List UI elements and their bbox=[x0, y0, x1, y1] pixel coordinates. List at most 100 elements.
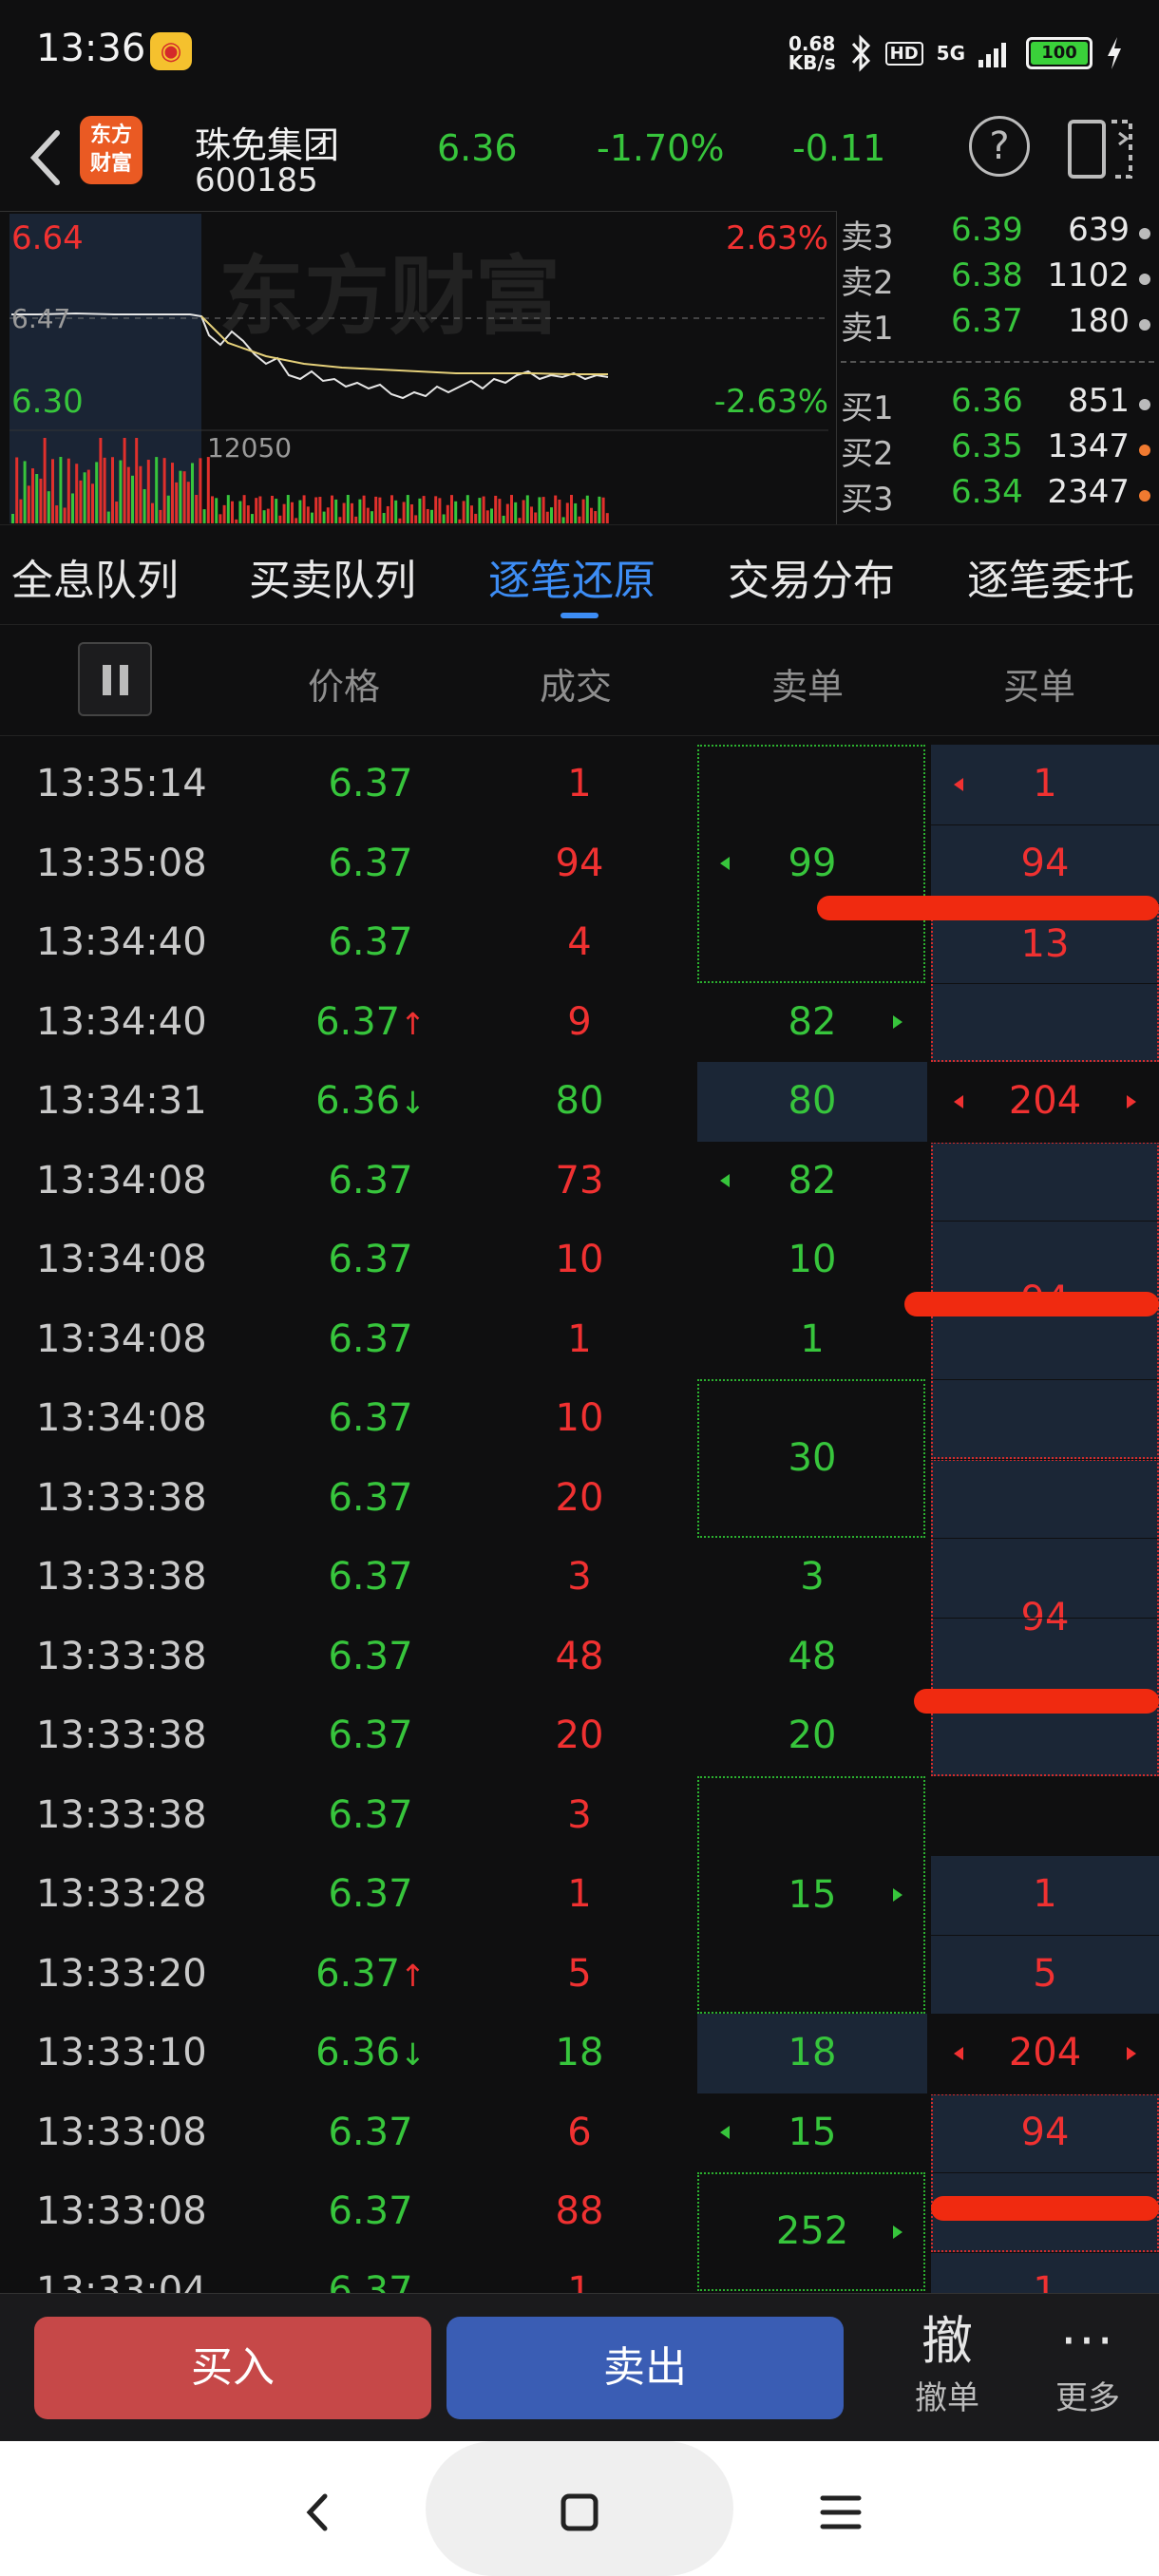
tab-tick-restore[interactable]: 逐笔还原 bbox=[488, 546, 656, 607]
volume-bar bbox=[554, 495, 558, 523]
nav-back-icon[interactable] bbox=[285, 2479, 352, 2546]
help-icon[interactable]: ? bbox=[969, 116, 1030, 177]
tab-bid-ask-queue[interactable]: 买卖队列 bbox=[249, 546, 416, 607]
volume-bar bbox=[115, 502, 119, 523]
volume-bar bbox=[278, 515, 282, 523]
back-arrow-icon[interactable] bbox=[19, 120, 76, 196]
volume-bar bbox=[525, 495, 529, 523]
buy-button[interactable]: 买入 bbox=[34, 2317, 431, 2419]
tick-volume: 94 bbox=[555, 841, 604, 885]
tick-list[interactable]: 13:35:14 6.37 1 13:35:08 6.37 94 13:34:40 6.37 4… bbox=[0, 745, 1159, 2293]
tick-table-header: 价格 成交 卖单 买单 bbox=[0, 623, 1159, 736]
level-name: 卖2 bbox=[841, 264, 894, 302]
level-volume: 1347 bbox=[1047, 427, 1130, 465]
sell-order-label: 1 bbox=[800, 1316, 825, 1361]
volume-bar bbox=[86, 469, 90, 523]
system-nav-bar bbox=[0, 2441, 1159, 2576]
tab-full-queue[interactable]: 全息队列 bbox=[11, 546, 179, 607]
charging-icon bbox=[1108, 37, 1121, 69]
buy-cell-separator bbox=[931, 2251, 1159, 2253]
red-annotation-stroke bbox=[914, 1688, 1159, 1714]
level-name: 卖1 bbox=[841, 310, 894, 348]
volume-bar bbox=[139, 465, 142, 523]
left-triangle-icon bbox=[720, 1174, 730, 1188]
tick-price: 6.37 bbox=[328, 1316, 413, 1361]
level-dot-icon bbox=[1139, 228, 1150, 239]
volume-bar bbox=[286, 495, 290, 523]
level-dot-icon bbox=[1139, 274, 1150, 285]
sell-order-label: 10 bbox=[788, 1238, 837, 1281]
volume-bar bbox=[251, 514, 254, 523]
volume-bar bbox=[390, 495, 393, 523]
sell-order-label: 30 bbox=[788, 1436, 837, 1480]
tick-volume: 10 bbox=[555, 1238, 604, 1281]
sell-button[interactable]: 卖出 bbox=[446, 2317, 844, 2419]
volume-bar bbox=[47, 491, 50, 523]
volume-bar bbox=[382, 513, 386, 523]
volume-bar bbox=[494, 495, 498, 523]
volume-bar bbox=[358, 499, 362, 523]
volume-bar bbox=[322, 511, 326, 523]
left-triangle-icon bbox=[954, 2046, 963, 2060]
status-time: 13:36 bbox=[36, 27, 146, 70]
volume-bar bbox=[478, 498, 482, 523]
bid-level: 买2 6.35 1347 bbox=[837, 427, 1159, 473]
chart-mid-price: 6.47 bbox=[11, 303, 71, 334]
buy-cell-separator bbox=[931, 1141, 1159, 1143]
tick-price: 6.37 bbox=[328, 2110, 413, 2154]
volume-bar bbox=[518, 518, 522, 523]
nav-menu-icon[interactable] bbox=[808, 2479, 874, 2546]
volume-bar bbox=[106, 511, 110, 523]
volume-bar bbox=[362, 495, 366, 523]
intraday-chart[interactable]: 东方财富 6.64 6.47 6.30 2.63% -2.63% 12050 bbox=[0, 211, 836, 525]
header-sell-order: 卖单 bbox=[771, 666, 845, 708]
tick-price: 6.37 bbox=[328, 762, 413, 805]
volume-bar bbox=[151, 502, 154, 523]
tick-row: 13:33:38 6.37 3 bbox=[0, 1776, 1159, 1856]
tab-tick-orders[interactable]: 逐笔委托 bbox=[967, 546, 1148, 607]
tick-time: 13:34:40 bbox=[36, 999, 207, 1044]
volume-bar bbox=[550, 507, 553, 523]
volume-bar bbox=[71, 493, 74, 523]
level-volume: 851 bbox=[1068, 382, 1130, 420]
tab-trade-distribution[interactable]: 交易分布 bbox=[728, 546, 895, 607]
volume-bar bbox=[334, 499, 338, 523]
volume-bar bbox=[179, 470, 182, 523]
buy-cell-separator bbox=[931, 1934, 1159, 1936]
volume-bar bbox=[598, 496, 601, 523]
more-icon: ··· bbox=[1060, 2311, 1115, 2371]
logo-line1: 东方 bbox=[89, 123, 132, 147]
volume-bar bbox=[55, 505, 59, 523]
switch-view-icon[interactable] bbox=[1066, 116, 1134, 182]
tick-time: 13:33:38 bbox=[36, 1792, 207, 1837]
tick-volume: 73 bbox=[555, 1158, 604, 1203]
net-speed-unit: KB/s bbox=[788, 51, 836, 74]
cancel-order-button[interactable]: 撤 撤单 bbox=[904, 2311, 990, 2418]
nav-home-icon[interactable] bbox=[546, 2479, 613, 2546]
volume-bar bbox=[59, 457, 63, 523]
volume-bar bbox=[398, 518, 402, 523]
volume-bar bbox=[15, 457, 19, 523]
header-volume: 成交 bbox=[540, 666, 613, 708]
level-name: 买3 bbox=[841, 481, 894, 519]
volume-bar bbox=[378, 497, 382, 523]
buy-order-label: 204 bbox=[1008, 2031, 1082, 2074]
volume-bar bbox=[162, 458, 166, 523]
volume-bar bbox=[570, 495, 573, 523]
bid-level: 买1 6.36 851 bbox=[837, 382, 1159, 427]
volume-bar bbox=[202, 509, 206, 523]
pause-icon[interactable] bbox=[78, 642, 152, 716]
more-button[interactable]: ··· 更多 bbox=[1045, 2311, 1130, 2418]
volume-bar bbox=[27, 485, 30, 523]
volume-bar bbox=[542, 497, 545, 523]
tick-volume: 1 bbox=[567, 762, 592, 805]
volume-bar bbox=[166, 495, 170, 523]
volume-bar bbox=[402, 502, 406, 523]
volume-bar bbox=[574, 502, 578, 523]
volume-bar bbox=[135, 438, 139, 523]
volume-bar bbox=[294, 518, 298, 523]
volume-bar bbox=[238, 501, 242, 523]
tick-time: 13:34:08 bbox=[36, 1396, 207, 1440]
level-volume: 639 bbox=[1068, 211, 1130, 249]
volume-bar bbox=[581, 499, 585, 523]
